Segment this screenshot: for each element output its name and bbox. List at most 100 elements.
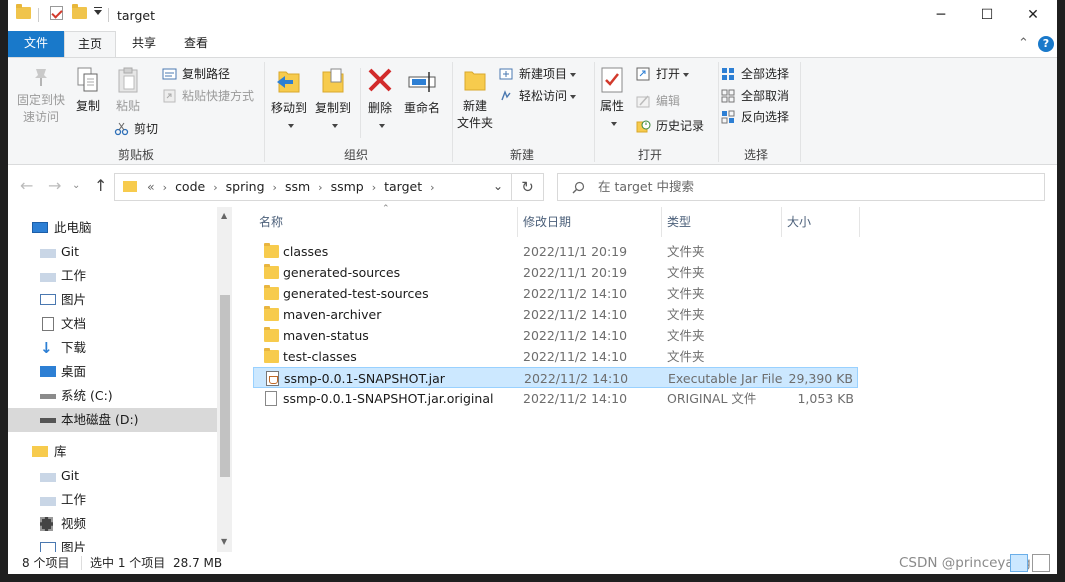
customize-quick-access-icon[interactable]	[94, 7, 102, 15]
column-header-type[interactable]: 类型	[661, 207, 781, 237]
tab-view[interactable]: 查看	[170, 31, 222, 57]
address-dropdown-icon[interactable]: ⌄	[493, 179, 503, 193]
edit-button[interactable]: 编辑	[636, 91, 680, 111]
tab-file[interactable]: 文件	[8, 31, 64, 57]
column-divider[interactable]	[859, 207, 860, 237]
tab-share[interactable]: 共享	[118, 31, 170, 57]
table-row-selected[interactable]: ssmp-0.0.1-SNAPSHOT.jar 2022/11/2 14:10 …	[253, 367, 858, 388]
details-view-icon[interactable]	[1010, 554, 1028, 572]
paste-shortcut-button[interactable]: 粘贴快捷方式	[162, 86, 254, 106]
search-box[interactable]: 在 target 中搜索	[557, 173, 1045, 201]
breadcrumb-separator: ›	[272, 181, 277, 194]
nav-item-pictures-library[interactable]: 图片	[8, 536, 217, 552]
collapse-ribbon-icon[interactable]: ⌃	[1018, 36, 1029, 51]
move-to-button[interactable]: 移动到	[268, 64, 310, 134]
table-row[interactable]: maven-archiver 2022/11/2 14:10 文件夹	[253, 304, 858, 325]
refresh-button[interactable]: ↻	[512, 173, 544, 201]
forward-icon[interactable]: →	[48, 176, 61, 195]
nav-item-drive-c[interactable]: 系统 (C:)	[8, 384, 217, 408]
column-header-date[interactable]: 修改日期	[517, 207, 661, 237]
nav-item-desktop[interactable]: 桌面	[8, 360, 217, 384]
nav-item-videos[interactable]: 视频	[8, 512, 217, 536]
nav-item-work-library[interactable]: 工作	[8, 488, 217, 512]
column-header-size[interactable]: 大小	[781, 207, 859, 237]
group-label-open: 打开	[637, 148, 662, 162]
title-bar: target ─ ☐ ✕	[8, 0, 1057, 31]
breadcrumb-overflow[interactable]: «	[147, 174, 155, 200]
breadcrumb-target[interactable]: target	[384, 174, 422, 200]
new-item-button[interactable]: 新建项目	[499, 64, 577, 84]
breadcrumb-ssmp[interactable]: ssmp	[331, 174, 364, 200]
copy-button[interactable]: 复制	[70, 64, 106, 115]
open-button[interactable]: 打开	[636, 64, 690, 84]
cut-button[interactable]: 剪切	[114, 119, 158, 139]
toolbar-divider	[108, 8, 109, 22]
ribbon-tabs: 文件 主页 共享 查看	[8, 31, 1057, 58]
nav-item-libraries[interactable]: 库	[8, 440, 217, 464]
scroll-up-icon[interactable]: ▲	[221, 211, 227, 220]
new-folder-icon	[464, 71, 486, 91]
table-row[interactable]: generated-sources 2022/11/1 20:19 文件夹	[253, 262, 858, 283]
delete-button[interactable]: 删除	[364, 64, 396, 134]
network-folder-icon	[40, 249, 56, 258]
nav-item-downloads[interactable]: ↓ 下载	[8, 336, 217, 360]
tab-home[interactable]: 主页	[64, 31, 116, 58]
breadcrumb-spring[interactable]: spring	[226, 174, 265, 200]
maximize-button[interactable]: ☐	[964, 0, 1010, 30]
rename-button[interactable]: 重命名	[400, 64, 444, 117]
address-bar[interactable]: « › code › spring › ssm › ssmp › target › ⌄	[114, 173, 512, 201]
breadcrumb-code[interactable]: code	[175, 174, 205, 200]
pictures-icon	[40, 542, 56, 552]
nav-item-pictures[interactable]: 图片	[8, 288, 217, 312]
close-button[interactable]: ✕	[1010, 0, 1056, 30]
network-folder-icon	[40, 497, 56, 506]
dropdown-icon	[570, 94, 577, 99]
table-row[interactable]: test-classes 2022/11/2 14:10 文件夹	[253, 346, 858, 367]
copy-path-button[interactable]: 复制路径	[162, 64, 230, 84]
search-icon	[572, 181, 585, 194]
new-folder-quick-icon[interactable]	[72, 4, 87, 19]
table-row[interactable]: maven-status 2022/11/2 14:10 文件夹	[253, 325, 858, 346]
new-folder-button[interactable]: 新建 文件夹	[454, 64, 496, 132]
nav-item-work[interactable]: 工作	[8, 264, 217, 288]
properties-quick-icon[interactable]	[50, 6, 63, 20]
history-button[interactable]: 历史记录	[636, 116, 704, 136]
nav-item-git[interactable]: Git	[8, 240, 217, 264]
pin-quick-access-button[interactable]: 固定到快 速访问	[12, 64, 70, 126]
table-row[interactable]: ssmp-0.0.1-SNAPSHOT.jar.original 2022/11…	[253, 388, 858, 409]
nav-item-this-pc[interactable]: 此电脑	[8, 216, 217, 240]
jar-file-icon	[266, 371, 279, 386]
group-label-clipboard: 剪贴板	[117, 148, 154, 162]
paste-button[interactable]: 粘贴	[110, 64, 146, 115]
properties-button[interactable]: 属性	[596, 64, 628, 132]
table-row[interactable]: classes 2022/11/1 20:19 文件夹	[253, 241, 858, 262]
back-icon[interactable]: ←	[20, 176, 33, 195]
scissors-icon	[114, 122, 129, 136]
invert-selection-button[interactable]: 反向选择	[721, 107, 789, 127]
column-header-name[interactable]: 名称	[253, 207, 517, 237]
nav-scrollbar-thumb[interactable]	[220, 295, 230, 477]
select-all-button[interactable]: 全部选择	[721, 64, 789, 84]
copy-to-button[interactable]: 复制到	[312, 64, 354, 134]
history-icon	[636, 120, 651, 133]
minimize-button[interactable]: ─	[918, 0, 964, 30]
nav-item-git-library[interactable]: Git	[8, 464, 217, 488]
group-label-select: 选择	[743, 148, 768, 162]
nav-scrollbar[interactable]: ▲ ▼	[217, 207, 232, 552]
select-all-icon	[722, 68, 734, 80]
large-icons-view-icon[interactable]	[1032, 554, 1050, 572]
scroll-down-icon[interactable]: ▼	[221, 537, 227, 546]
documents-icon	[42, 317, 54, 331]
nav-item-documents[interactable]: 文档	[8, 312, 217, 336]
help-button[interactable]: ?	[1038, 36, 1054, 52]
select-none-button[interactable]: 全部取消	[721, 86, 789, 106]
folder-icon	[264, 285, 279, 300]
nav-item-drive-d[interactable]: 本地磁盘 (D:)	[8, 408, 217, 432]
library-icon	[32, 446, 48, 457]
easy-access-button[interactable]: 轻松访问	[499, 86, 577, 106]
breadcrumb-separator: ›	[162, 181, 168, 194]
breadcrumb-ssm[interactable]: ssm	[285, 174, 310, 200]
table-row[interactable]: generated-test-sources 2022/11/2 14:10 文…	[253, 283, 858, 304]
up-icon[interactable]: ↑	[94, 176, 107, 195]
recent-locations-icon[interactable]: ⌄	[72, 180, 80, 191]
